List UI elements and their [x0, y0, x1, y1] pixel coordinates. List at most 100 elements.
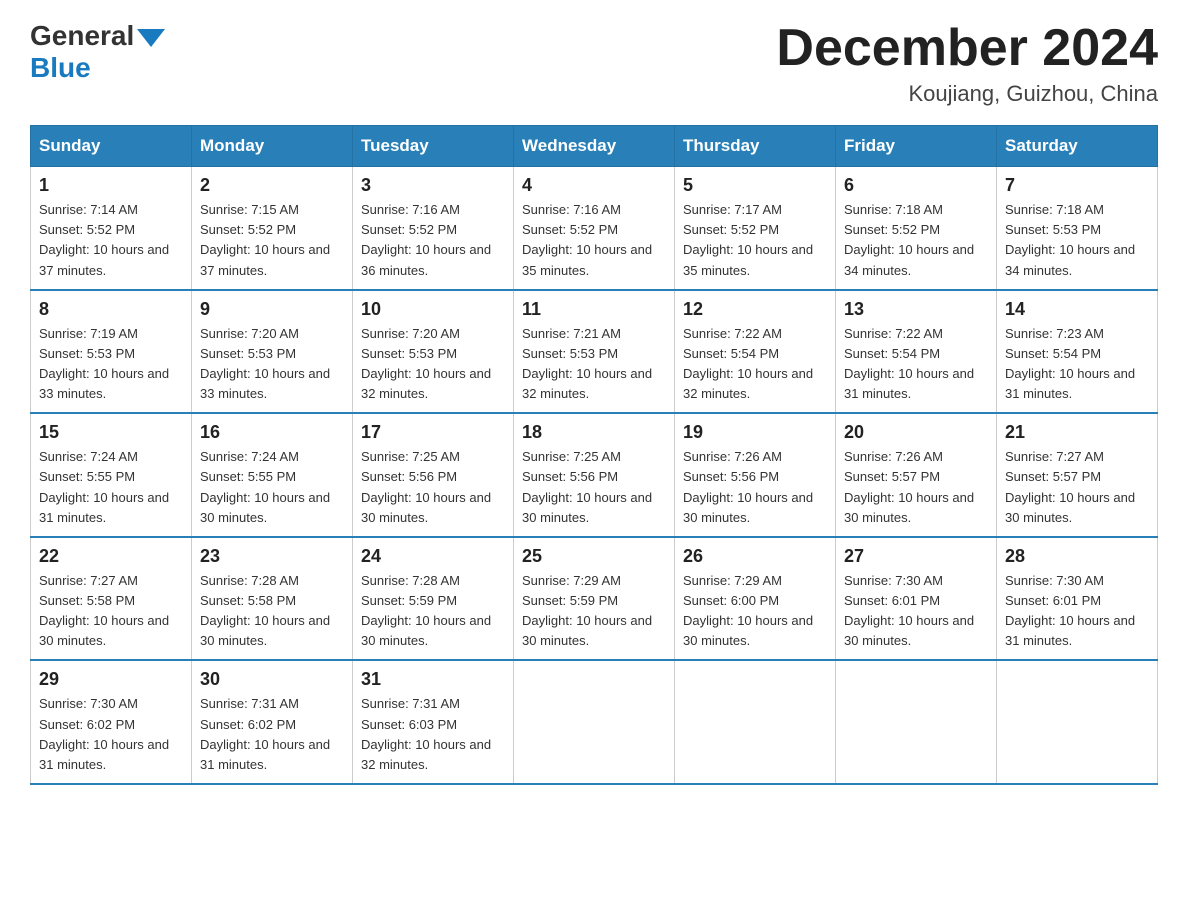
day-number: 26 — [683, 546, 827, 567]
day-info: Sunrise: 7:25 AMSunset: 5:56 PMDaylight:… — [522, 449, 652, 524]
day-cell: 17 Sunrise: 7:25 AMSunset: 5:56 PMDaylig… — [353, 413, 514, 537]
day-cell — [836, 660, 997, 784]
day-info: Sunrise: 7:29 AMSunset: 5:59 PMDaylight:… — [522, 573, 652, 648]
column-header-tuesday: Tuesday — [353, 126, 514, 167]
day-number: 15 — [39, 422, 183, 443]
day-number: 2 — [200, 175, 344, 196]
day-info: Sunrise: 7:30 AMSunset: 6:02 PMDaylight:… — [39, 696, 169, 771]
week-row-3: 15 Sunrise: 7:24 AMSunset: 5:55 PMDaylig… — [31, 413, 1158, 537]
day-number: 20 — [844, 422, 988, 443]
day-info: Sunrise: 7:19 AMSunset: 5:53 PMDaylight:… — [39, 326, 169, 401]
day-number: 1 — [39, 175, 183, 196]
day-number: 6 — [844, 175, 988, 196]
day-cell: 20 Sunrise: 7:26 AMSunset: 5:57 PMDaylig… — [836, 413, 997, 537]
day-info: Sunrise: 7:22 AMSunset: 5:54 PMDaylight:… — [683, 326, 813, 401]
day-cell: 6 Sunrise: 7:18 AMSunset: 5:52 PMDayligh… — [836, 167, 997, 290]
day-cell: 30 Sunrise: 7:31 AMSunset: 6:02 PMDaylig… — [192, 660, 353, 784]
day-number: 14 — [1005, 299, 1149, 320]
day-number: 17 — [361, 422, 505, 443]
day-info: Sunrise: 7:24 AMSunset: 5:55 PMDaylight:… — [39, 449, 169, 524]
day-info: Sunrise: 7:16 AMSunset: 5:52 PMDaylight:… — [361, 202, 491, 277]
day-info: Sunrise: 7:21 AMSunset: 5:53 PMDaylight:… — [522, 326, 652, 401]
day-number: 27 — [844, 546, 988, 567]
day-number: 21 — [1005, 422, 1149, 443]
day-number: 12 — [683, 299, 827, 320]
day-number: 31 — [361, 669, 505, 690]
day-cell: 25 Sunrise: 7:29 AMSunset: 5:59 PMDaylig… — [514, 537, 675, 661]
day-info: Sunrise: 7:30 AMSunset: 6:01 PMDaylight:… — [844, 573, 974, 648]
day-cell: 29 Sunrise: 7:30 AMSunset: 6:02 PMDaylig… — [31, 660, 192, 784]
day-cell: 11 Sunrise: 7:21 AMSunset: 5:53 PMDaylig… — [514, 290, 675, 414]
column-header-friday: Friday — [836, 126, 997, 167]
day-info: Sunrise: 7:26 AMSunset: 5:56 PMDaylight:… — [683, 449, 813, 524]
day-cell: 31 Sunrise: 7:31 AMSunset: 6:03 PMDaylig… — [353, 660, 514, 784]
week-row-1: 1 Sunrise: 7:14 AMSunset: 5:52 PMDayligh… — [31, 167, 1158, 290]
day-number: 30 — [200, 669, 344, 690]
day-cell — [514, 660, 675, 784]
day-cell: 16 Sunrise: 7:24 AMSunset: 5:55 PMDaylig… — [192, 413, 353, 537]
logo-general-text: General — [30, 20, 134, 52]
day-info: Sunrise: 7:18 AMSunset: 5:53 PMDaylight:… — [1005, 202, 1135, 277]
day-cell: 7 Sunrise: 7:18 AMSunset: 5:53 PMDayligh… — [997, 167, 1158, 290]
day-cell: 19 Sunrise: 7:26 AMSunset: 5:56 PMDaylig… — [675, 413, 836, 537]
day-info: Sunrise: 7:31 AMSunset: 6:03 PMDaylight:… — [361, 696, 491, 771]
day-cell: 5 Sunrise: 7:17 AMSunset: 5:52 PMDayligh… — [675, 167, 836, 290]
day-cell: 8 Sunrise: 7:19 AMSunset: 5:53 PMDayligh… — [31, 290, 192, 414]
day-cell: 9 Sunrise: 7:20 AMSunset: 5:53 PMDayligh… — [192, 290, 353, 414]
day-number: 10 — [361, 299, 505, 320]
day-cell — [675, 660, 836, 784]
logo-blue-text: Blue — [30, 52, 91, 83]
day-number: 28 — [1005, 546, 1149, 567]
day-cell: 24 Sunrise: 7:28 AMSunset: 5:59 PMDaylig… — [353, 537, 514, 661]
day-cell: 23 Sunrise: 7:28 AMSunset: 5:58 PMDaylig… — [192, 537, 353, 661]
day-cell: 18 Sunrise: 7:25 AMSunset: 5:56 PMDaylig… — [514, 413, 675, 537]
day-info: Sunrise: 7:25 AMSunset: 5:56 PMDaylight:… — [361, 449, 491, 524]
day-info: Sunrise: 7:17 AMSunset: 5:52 PMDaylight:… — [683, 202, 813, 277]
day-info: Sunrise: 7:28 AMSunset: 5:59 PMDaylight:… — [361, 573, 491, 648]
day-cell: 27 Sunrise: 7:30 AMSunset: 6:01 PMDaylig… — [836, 537, 997, 661]
day-number: 9 — [200, 299, 344, 320]
day-cell — [997, 660, 1158, 784]
day-cell: 4 Sunrise: 7:16 AMSunset: 5:52 PMDayligh… — [514, 167, 675, 290]
page-header: General Blue December 2024 Koujiang, Gui… — [30, 20, 1158, 107]
day-info: Sunrise: 7:30 AMSunset: 6:01 PMDaylight:… — [1005, 573, 1135, 648]
day-info: Sunrise: 7:20 AMSunset: 5:53 PMDaylight:… — [361, 326, 491, 401]
day-info: Sunrise: 7:20 AMSunset: 5:53 PMDaylight:… — [200, 326, 330, 401]
title-area: December 2024 Koujiang, Guizhou, China — [776, 20, 1158, 107]
logo-triangle-icon — [137, 29, 165, 47]
calendar-header-row: SundayMondayTuesdayWednesdayThursdayFrid… — [31, 126, 1158, 167]
day-info: Sunrise: 7:28 AMSunset: 5:58 PMDaylight:… — [200, 573, 330, 648]
column-header-thursday: Thursday — [675, 126, 836, 167]
day-number: 22 — [39, 546, 183, 567]
day-number: 18 — [522, 422, 666, 443]
day-cell: 14 Sunrise: 7:23 AMSunset: 5:54 PMDaylig… — [997, 290, 1158, 414]
day-info: Sunrise: 7:31 AMSunset: 6:02 PMDaylight:… — [200, 696, 330, 771]
day-number: 11 — [522, 299, 666, 320]
day-number: 13 — [844, 299, 988, 320]
day-number: 24 — [361, 546, 505, 567]
day-info: Sunrise: 7:27 AMSunset: 5:57 PMDaylight:… — [1005, 449, 1135, 524]
column-header-saturday: Saturday — [997, 126, 1158, 167]
column-header-wednesday: Wednesday — [514, 126, 675, 167]
day-info: Sunrise: 7:18 AMSunset: 5:52 PMDaylight:… — [844, 202, 974, 277]
day-cell: 2 Sunrise: 7:15 AMSunset: 5:52 PMDayligh… — [192, 167, 353, 290]
calendar-table: SundayMondayTuesdayWednesdayThursdayFrid… — [30, 125, 1158, 785]
column-header-monday: Monday — [192, 126, 353, 167]
day-cell: 3 Sunrise: 7:16 AMSunset: 5:52 PMDayligh… — [353, 167, 514, 290]
day-cell: 28 Sunrise: 7:30 AMSunset: 6:01 PMDaylig… — [997, 537, 1158, 661]
week-row-4: 22 Sunrise: 7:27 AMSunset: 5:58 PMDaylig… — [31, 537, 1158, 661]
day-number: 5 — [683, 175, 827, 196]
day-cell: 22 Sunrise: 7:27 AMSunset: 5:58 PMDaylig… — [31, 537, 192, 661]
day-number: 4 — [522, 175, 666, 196]
day-number: 16 — [200, 422, 344, 443]
day-info: Sunrise: 7:16 AMSunset: 5:52 PMDaylight:… — [522, 202, 652, 277]
day-number: 29 — [39, 669, 183, 690]
day-info: Sunrise: 7:15 AMSunset: 5:52 PMDaylight:… — [200, 202, 330, 277]
day-info: Sunrise: 7:23 AMSunset: 5:54 PMDaylight:… — [1005, 326, 1135, 401]
day-number: 23 — [200, 546, 344, 567]
day-info: Sunrise: 7:24 AMSunset: 5:55 PMDaylight:… — [200, 449, 330, 524]
month-title: December 2024 — [776, 20, 1158, 77]
column-header-sunday: Sunday — [31, 126, 192, 167]
day-cell: 10 Sunrise: 7:20 AMSunset: 5:53 PMDaylig… — [353, 290, 514, 414]
week-row-2: 8 Sunrise: 7:19 AMSunset: 5:53 PMDayligh… — [31, 290, 1158, 414]
